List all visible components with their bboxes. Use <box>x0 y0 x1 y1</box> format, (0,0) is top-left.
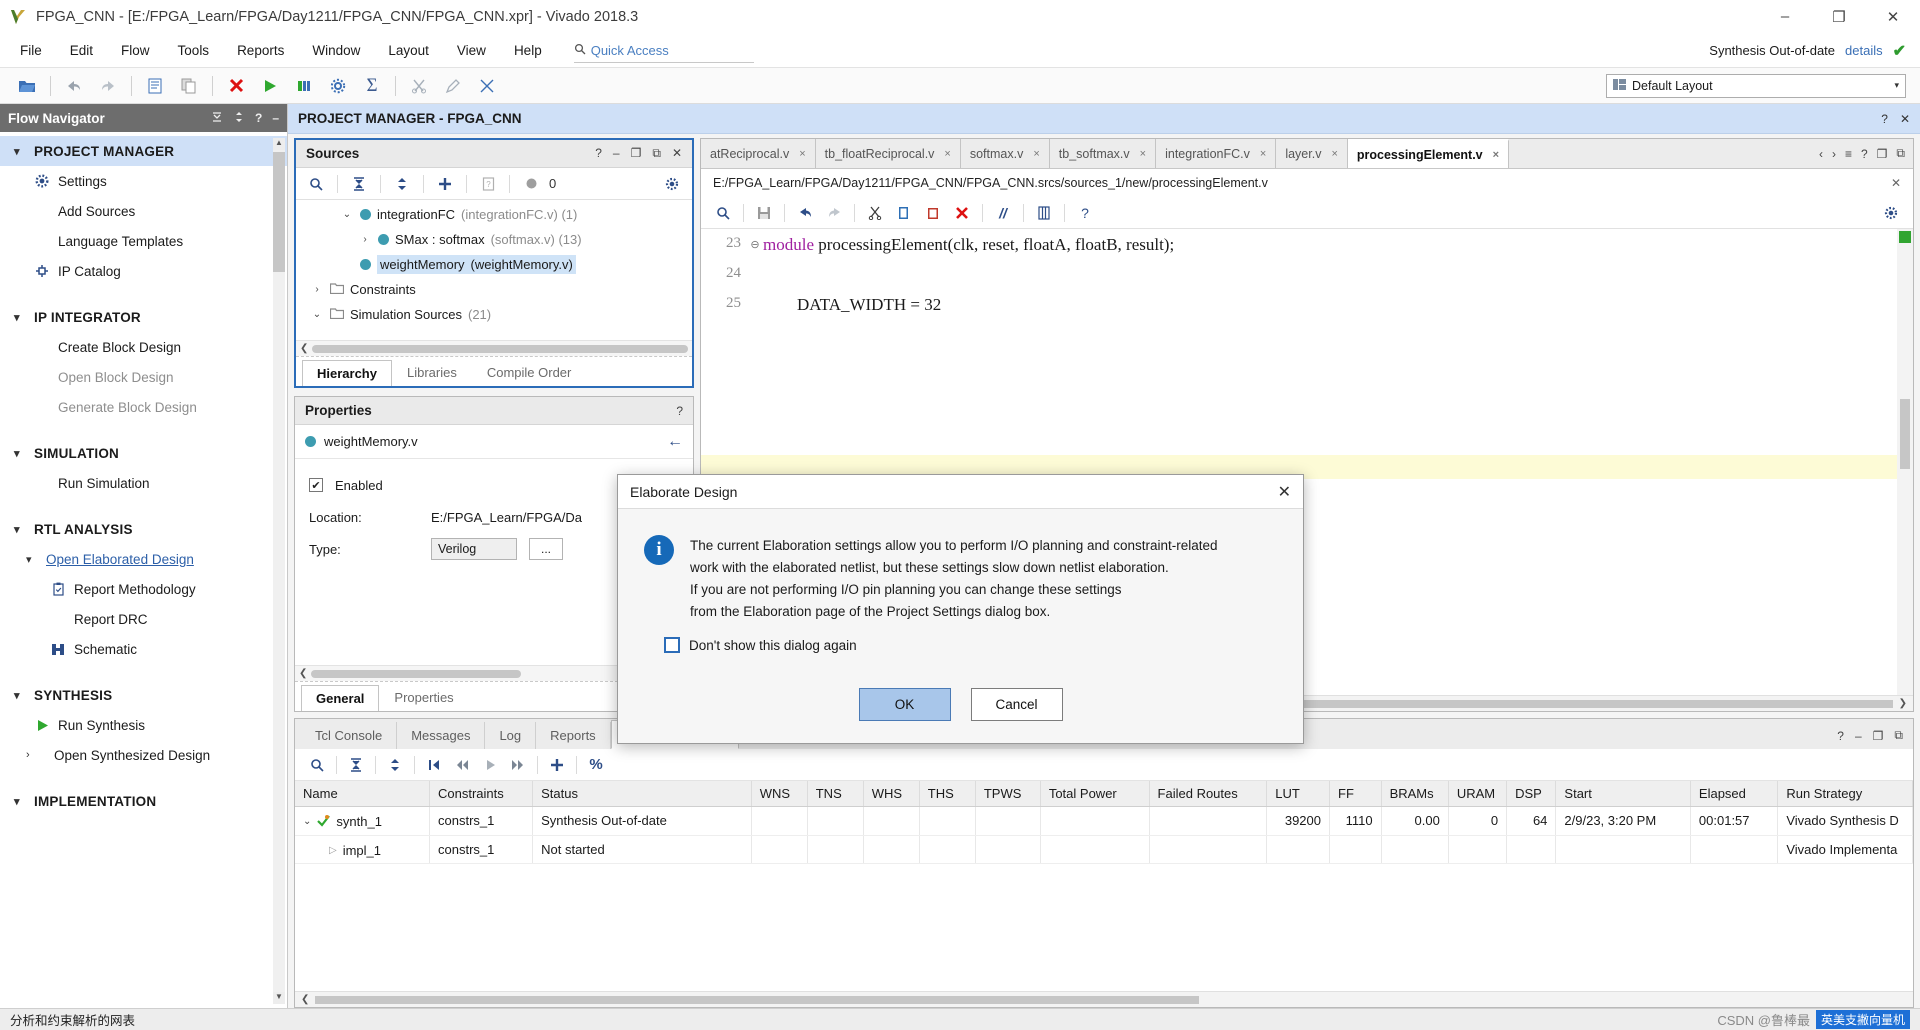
menu-help[interactable]: Help <box>500 38 556 63</box>
dialog-message-line: If you are not performing I/O pin planni… <box>690 582 1122 597</box>
quick-access-search[interactable]: Quick Access <box>573 39 754 63</box>
window-title: FPGA_CNN - [E:/FPGA_Learn/FPGA/Day1211/F… <box>36 8 639 25</box>
watermark-text: CSDN @鲁棒最 <box>1717 1013 1810 1028</box>
synthesis-status-text: Synthesis Out-of-date <box>1709 43 1836 58</box>
vivado-window: FPGA_CNN - [E:/FPGA_Learn/FPGA/Day1211/F… <box>0 0 1920 1030</box>
dont-show-again-checkbox[interactable] <box>664 637 680 653</box>
minimize-button[interactable]: – <box>1758 0 1812 34</box>
modal-overlay: Elaborate Design ✕ i The current Elabora… <box>0 104 1920 1008</box>
gear-icon[interactable] <box>321 71 355 101</box>
layout-label: Default Layout <box>1632 78 1713 93</box>
dialog-title-bar: Elaborate Design ✕ <box>618 475 1303 509</box>
toolbar-separator <box>212 75 213 96</box>
watermark-badge: 英美支撇向量机 <box>1815 1010 1910 1029</box>
elaborate-design-dialog: Elaborate Design ✕ i The current Elabora… <box>617 474 1304 744</box>
ok-button[interactable]: OK <box>858 688 951 721</box>
sigma-icon[interactable]: Σ <box>355 71 389 101</box>
undo-icon[interactable] <box>57 71 91 101</box>
dont-show-again-row[interactable]: Don't show this dialog again <box>618 623 1303 653</box>
dialog-body: i The current Elaboration settings allow… <box>618 509 1303 623</box>
details-link[interactable]: details <box>1845 43 1883 58</box>
dialog-footer: OK Cancel <box>618 688 1303 743</box>
redo-icon[interactable] <box>91 71 125 101</box>
dialog-spacer <box>618 653 1303 688</box>
toolbar-separator <box>50 75 51 96</box>
toolbar-separator <box>131 75 132 96</box>
menu-window[interactable]: Window <box>298 38 374 63</box>
dont-show-again-label: Don't show this dialog again <box>689 637 857 653</box>
net-icon[interactable] <box>470 71 504 101</box>
maximize-button[interactable]: ❐ <box>1812 0 1866 34</box>
status-check-icon: ✔ <box>1892 42 1906 60</box>
dialog-message-line: from the Elaboration page of the Project… <box>690 604 1051 619</box>
main-toolbar: Σ Default Layout ▾ <box>0 68 1920 104</box>
menu-tools[interactable]: Tools <box>164 38 224 63</box>
watermark: CSDN @鲁棒最 英美支撇向量机 <box>1717 1010 1910 1029</box>
window-controls: – ❐ ✕ <box>1758 0 1920 34</box>
cancel-icon[interactable] <box>219 71 253 101</box>
quick-access-label: Quick Access <box>590 42 669 58</box>
chevron-down-icon: ▾ <box>1894 80 1899 90</box>
close-icon[interactable]: ✕ <box>1278 482 1291 502</box>
run-icon[interactable] <box>253 71 287 101</box>
menu-view[interactable]: View <box>443 38 500 63</box>
toolbar-separator <box>395 75 396 96</box>
status-bar: 分析和约束解析的网表 CSDN @鲁棒最 英美支撇向量机 <box>0 1008 1920 1030</box>
menu-bar: File Edit Flow Tools Reports Window Layo… <box>0 34 1920 68</box>
menu-layout[interactable]: Layout <box>374 38 443 63</box>
info-icon: i <box>644 535 674 565</box>
menu-file[interactable]: File <box>6 38 56 63</box>
open-project-icon[interactable] <box>10 71 44 101</box>
status-text: 分析和约束解析的网表 <box>10 1014 136 1028</box>
dialog-message: The current Elaboration settings allow y… <box>690 535 1218 623</box>
search-icon <box>574 43 586 58</box>
work-area: Flow Navigator ? – ▾ PROJECT MANAGER Set… <box>0 104 1920 1008</box>
title-bar: FPGA_CNN - [E:/FPGA_Learn/FPGA/Day1211/F… <box>0 0 1920 34</box>
dialog-message-line: The current Elaboration settings allow y… <box>690 538 1218 553</box>
menu-flow[interactable]: Flow <box>107 38 164 63</box>
menu-edit[interactable]: Edit <box>56 38 107 63</box>
copy-icon[interactable] <box>172 71 206 101</box>
cancel-button[interactable]: Cancel <box>970 688 1063 721</box>
layout-icon <box>1613 78 1626 93</box>
bitstream-icon[interactable] <box>287 71 321 101</box>
dialog-message-line: work with the elaborated netlist, but th… <box>690 560 1169 575</box>
menu-reports[interactable]: Reports <box>223 38 298 63</box>
dialog-title: Elaborate Design <box>630 483 738 500</box>
report-icon[interactable] <box>138 71 172 101</box>
layout-selector[interactable]: Default Layout ▾ <box>1606 73 1906 98</box>
close-button[interactable]: ✕ <box>1866 0 1920 34</box>
menubar-right-status: Synthesis Out-of-date details ✔ <box>1709 41 1920 61</box>
edit-icon[interactable] <box>436 71 470 101</box>
cut-icon[interactable] <box>402 71 436 101</box>
vivado-logo-icon <box>8 7 28 27</box>
